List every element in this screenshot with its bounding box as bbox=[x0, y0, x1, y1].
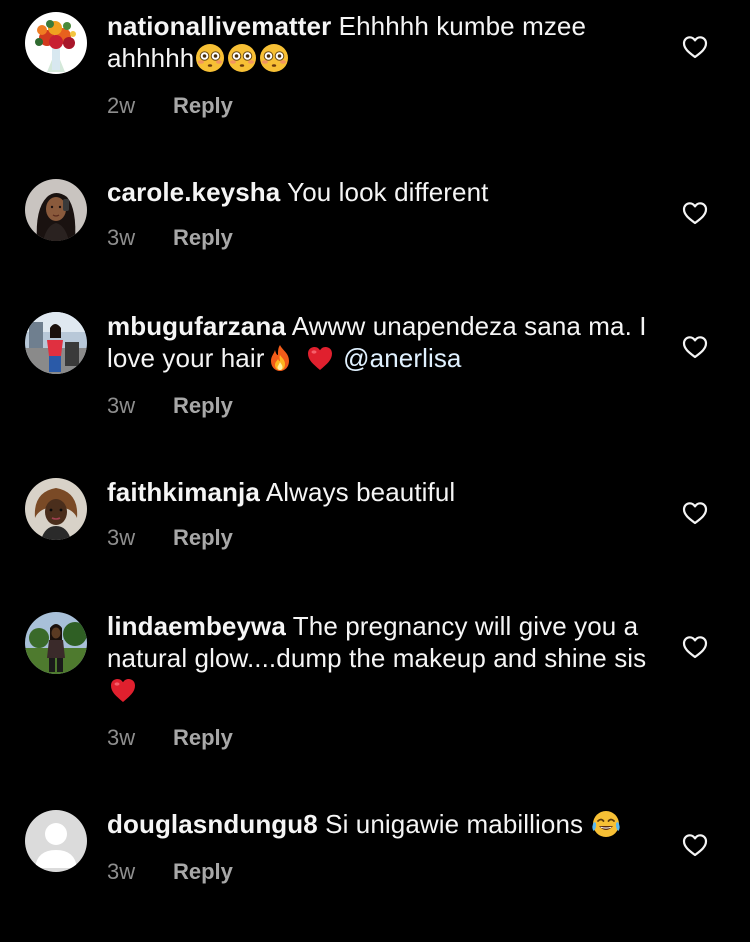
avatar[interactable] bbox=[25, 612, 87, 674]
heart-outline-icon bbox=[682, 336, 708, 359]
comment-time: 3w bbox=[107, 525, 136, 550]
heart-outline-icon bbox=[682, 636, 708, 659]
reply-button[interactable]: Reply bbox=[173, 859, 233, 884]
reply-button[interactable]: Reply bbox=[173, 525, 233, 550]
flushed-face-icon bbox=[259, 43, 289, 73]
comment-item: carole.keysha You look different 3w Reply bbox=[0, 160, 750, 280]
comment-username[interactable]: faithkimanja bbox=[107, 477, 260, 507]
comment-text: mbugufarzana Awww unapendeza sana ma. I … bbox=[107, 310, 647, 374]
reply-button[interactable]: Reply bbox=[173, 725, 233, 750]
heart-outline-icon bbox=[682, 202, 708, 225]
comment-text: lindaembeywa The pregnancy will give you… bbox=[107, 610, 647, 706]
reply-button[interactable]: Reply bbox=[173, 225, 233, 250]
comment-time: 3w bbox=[107, 225, 136, 250]
comment-item: nationallivematter Ehhhhh kumbe mzee ahh… bbox=[0, 0, 750, 150]
comment-username[interactable]: douglasndungu8 bbox=[107, 809, 318, 839]
avatar[interactable] bbox=[25, 810, 87, 872]
avatar[interactable] bbox=[25, 179, 87, 241]
comment-text: carole.keysha You look different bbox=[107, 176, 647, 208]
flushed-face-icon bbox=[227, 43, 257, 73]
comment-item: douglasndungu8 Si unigawie mabillions 3w… bbox=[0, 792, 750, 942]
comment-item: faithkimanja Always beautiful 3w Reply bbox=[0, 460, 750, 580]
comment-time: 2w bbox=[107, 93, 136, 118]
comment-item: lindaembeywa The pregnancy will give you… bbox=[0, 594, 750, 774]
flushed-face-icon bbox=[195, 43, 225, 73]
comment-time: 3w bbox=[107, 393, 136, 418]
avatar[interactable] bbox=[25, 478, 87, 540]
comment-time: 3w bbox=[107, 859, 136, 884]
heart-outline-icon bbox=[682, 834, 708, 857]
comment-username[interactable]: carole.keysha bbox=[107, 177, 280, 207]
comment-username[interactable]: mbugufarzana bbox=[107, 311, 286, 341]
comment-username[interactable]: lindaembeywa bbox=[107, 611, 286, 641]
comment-time: 3w bbox=[107, 725, 136, 750]
reply-button[interactable]: Reply bbox=[173, 393, 233, 418]
comment-message: You look different bbox=[287, 177, 489, 207]
comment-message: Always beautiful bbox=[265, 477, 456, 507]
heart-outline-icon bbox=[682, 502, 708, 525]
like-button[interactable] bbox=[682, 35, 708, 59]
reply-button[interactable]: Reply bbox=[173, 93, 233, 118]
red-heart-icon bbox=[111, 679, 135, 702]
fire-icon bbox=[271, 345, 290, 371]
comment-item: mbugufarzana Awww unapendeza sana ma. I … bbox=[0, 294, 750, 444]
mention-link[interactable]: @anerlisa bbox=[343, 343, 461, 373]
face-with-tears-of-joy-icon bbox=[591, 810, 622, 838]
comment-text: nationallivematter Ehhhhh kumbe mzee ahh… bbox=[107, 10, 647, 74]
like-button[interactable] bbox=[682, 635, 708, 659]
avatar[interactable] bbox=[25, 12, 87, 74]
comment-username[interactable]: nationallivematter bbox=[107, 11, 331, 41]
avatar[interactable] bbox=[25, 312, 87, 374]
red-heart-icon bbox=[307, 347, 332, 370]
comment-message: Si unigawie mabillions bbox=[325, 809, 584, 839]
like-button[interactable] bbox=[682, 833, 708, 857]
comment-text: douglasndungu8 Si unigawie mabillions bbox=[107, 808, 647, 840]
heart-outline-icon bbox=[682, 36, 708, 59]
like-button[interactable] bbox=[682, 501, 708, 525]
like-button[interactable] bbox=[682, 335, 708, 359]
comment-text: faithkimanja Always beautiful bbox=[107, 476, 647, 508]
like-button[interactable] bbox=[682, 201, 708, 225]
